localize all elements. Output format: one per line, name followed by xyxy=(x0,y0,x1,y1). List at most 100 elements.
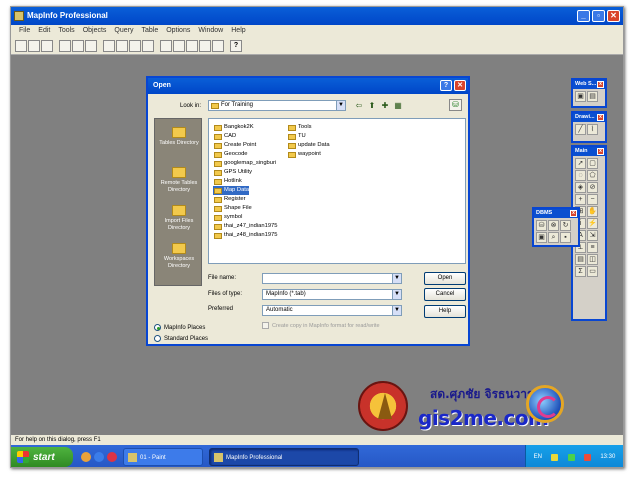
dialog-close-button[interactable]: ✕ xyxy=(454,80,466,91)
dbms-search-icon[interactable]: ⌕ xyxy=(548,232,559,243)
menu-file[interactable]: File xyxy=(15,25,34,37)
filename-input[interactable]: ▼ xyxy=(262,273,402,284)
cut-button[interactable] xyxy=(103,39,115,52)
clip-region-icon[interactable]: ◫ xyxy=(587,254,598,265)
polyline-icon[interactable]: ⌇ xyxy=(587,124,598,135)
folder-item[interactable]: thai_z48_indian1975 xyxy=(213,231,278,240)
clock[interactable]: 13:30 xyxy=(600,454,615,460)
folder-item[interactable]: symbol xyxy=(213,213,242,222)
open-button[interactable]: Open xyxy=(424,272,466,285)
cancel-button[interactable]: Cancel xyxy=(424,288,466,301)
place-tables-directory[interactable]: Tables Directory xyxy=(155,127,203,147)
unselect-icon[interactable]: ⊘ xyxy=(587,182,598,193)
restore-button[interactable]: ▫ xyxy=(592,10,605,22)
dbms-open-icon[interactable]: ▣ xyxy=(536,232,547,243)
dbms-disconnect-icon[interactable]: ⊗ xyxy=(548,220,559,231)
print-button[interactable] xyxy=(72,39,84,52)
paste-button[interactable] xyxy=(129,39,141,52)
task-mapinfo[interactable]: MapInfo Professional xyxy=(209,448,359,466)
folder-item[interactable]: GPS Utility xyxy=(213,168,252,177)
place-remote-tables[interactable]: Remote Tables Directory xyxy=(155,167,203,194)
menu-options[interactable]: Options xyxy=(162,25,194,37)
ie-icon[interactable] xyxy=(94,452,104,462)
undo-button[interactable] xyxy=(142,39,154,52)
dbms-refresh-icon[interactable]: ↻ xyxy=(560,220,571,231)
copy-button[interactable] xyxy=(116,39,128,52)
menu-window[interactable]: Window xyxy=(194,25,227,37)
up-folder-icon[interactable]: ⬆ xyxy=(367,101,377,111)
menu-tools[interactable]: Tools xyxy=(54,25,78,37)
radio-indicator[interactable] xyxy=(154,324,161,331)
folder-item[interactable]: googlemap_singburi xyxy=(213,159,276,168)
firefox-icon[interactable] xyxy=(81,452,91,462)
map-button[interactable] xyxy=(173,39,185,52)
radius-select-icon[interactable]: ◌ xyxy=(575,170,586,181)
zoom-in-icon[interactable]: + xyxy=(575,194,586,205)
boundary-select-icon[interactable]: ◈ xyxy=(575,182,586,193)
folder-item[interactable]: Tools xyxy=(287,123,312,132)
close-icon[interactable]: x xyxy=(597,148,604,155)
layer-control-icon[interactable]: ▤ xyxy=(575,254,586,265)
line-icon[interactable]: ╱ xyxy=(575,124,586,135)
web-feature-icon[interactable]: ▤ xyxy=(587,91,598,102)
close-icon[interactable]: x xyxy=(597,114,604,121)
statistics-icon[interactable]: Σ xyxy=(575,266,586,277)
menu-query[interactable]: Query xyxy=(110,25,137,37)
folder-item[interactable]: TU xyxy=(287,132,306,141)
place-import-files[interactable]: Import Files Directory xyxy=(155,205,203,232)
scale-bar-icon[interactable]: ▭ xyxy=(587,266,598,277)
help-pointer-button[interactable]: ? xyxy=(230,39,242,52)
new-window-button[interactable] xyxy=(85,39,97,52)
folder-item[interactable]: update Data xyxy=(287,141,330,150)
tray-icon[interactable] xyxy=(567,453,575,461)
remote-table-icon[interactable]: ⛁ xyxy=(449,99,462,111)
layout-button[interactable] xyxy=(199,39,211,52)
lookin-dropdown[interactable]: For Training ▼ xyxy=(208,100,346,111)
radio-mapinfo-places[interactable]: MapInfo Places xyxy=(154,324,205,331)
views-menu-icon[interactable]: ▦ xyxy=(393,101,403,111)
open-workspace-button[interactable] xyxy=(41,39,53,52)
new-folder-icon[interactable]: ✚ xyxy=(380,101,390,111)
chevron-down-icon[interactable]: ▼ xyxy=(336,101,345,110)
preferred-dropdown[interactable]: Automatic ▼ xyxy=(262,305,402,316)
radio-indicator[interactable] xyxy=(154,335,161,342)
dbms-save-icon[interactable]: ▪ xyxy=(560,232,571,243)
marquee-select-icon[interactable]: ▢ xyxy=(587,158,598,169)
tray-icon[interactable] xyxy=(551,453,559,461)
browser-button[interactable] xyxy=(160,39,172,52)
menu-help[interactable]: Help xyxy=(227,25,249,37)
zoom-out-icon[interactable]: − xyxy=(587,194,598,205)
graph-button[interactable] xyxy=(186,39,198,52)
back-icon[interactable]: ⇦ xyxy=(354,101,364,111)
hotlink-icon[interactable]: ⚡ xyxy=(587,218,598,229)
menu-objects[interactable]: Objects xyxy=(79,25,111,37)
menu-table[interactable]: Table xyxy=(137,25,162,37)
statistics-button[interactable] xyxy=(212,39,224,52)
open-table-button[interactable] xyxy=(28,39,40,52)
tray-icon[interactable] xyxy=(583,453,591,461)
folder-item[interactable]: waypoint xyxy=(287,150,321,159)
dbms-connect-icon[interactable]: ⛁ xyxy=(536,220,547,231)
folder-item[interactable]: Geocode xyxy=(213,150,248,159)
polygon-select-icon[interactable]: ⬠ xyxy=(587,170,598,181)
legend-icon[interactable]: ≡ xyxy=(587,242,598,253)
close-button[interactable]: ✕ xyxy=(607,10,620,22)
save-button[interactable] xyxy=(59,39,71,52)
folder-item[interactable]: Create Point xyxy=(213,141,256,150)
help-button[interactable]: Help xyxy=(424,305,466,318)
minimize-button[interactable]: _ xyxy=(577,10,590,22)
folder-item[interactable]: CAD xyxy=(213,132,236,141)
filetype-dropdown[interactable]: MapInfo (*.tab) ▼ xyxy=(262,289,402,300)
dialog-help-button[interactable]: ? xyxy=(440,80,452,91)
chevron-down-icon[interactable]: ▼ xyxy=(392,290,401,299)
grabber-icon[interactable]: ✋ xyxy=(587,206,598,217)
chevron-down-icon[interactable]: ▼ xyxy=(392,274,401,283)
copy-mapinfo-checkbox[interactable]: Create copy in MapInfo format for read/w… xyxy=(262,322,380,329)
folder-item[interactable]: thai_z47_indian1975 xyxy=(213,222,278,231)
close-icon[interactable]: x xyxy=(570,210,577,217)
checkbox-box[interactable] xyxy=(262,322,269,329)
task-paint[interactable]: 01 - Paint xyxy=(123,448,203,466)
language-indicator[interactable]: EN xyxy=(534,454,542,460)
folder-item[interactable]: Hotlink xyxy=(213,177,242,186)
chevron-down-icon[interactable]: ▼ xyxy=(392,306,401,315)
